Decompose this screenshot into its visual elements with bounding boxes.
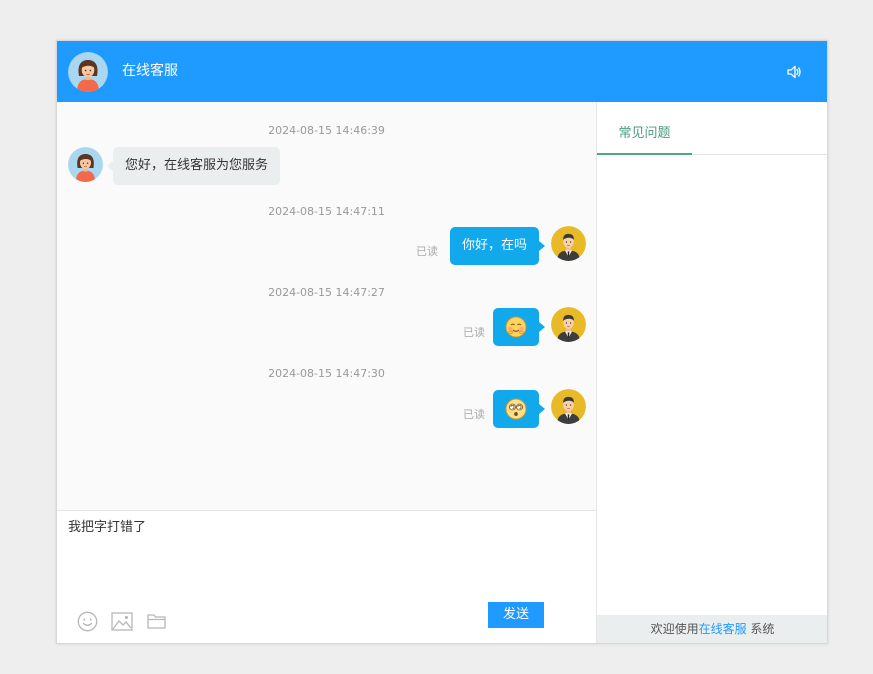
user-avatar (551, 226, 586, 261)
chat-header: 在线客服 (57, 41, 827, 102)
message-list[interactable]: 2024-08-15 14:46:39 您好，在线客服为您服务 2024-08-… (57, 102, 596, 510)
chat-title: 在线客服 (122, 63, 178, 79)
folder-icon[interactable] (147, 613, 166, 633)
agent-message-bubble: 您好，在线客服为您服务 (106, 147, 281, 185)
message-input[interactable]: 我把字打错了 (68, 520, 568, 536)
smiling-emoji-icon (505, 316, 527, 338)
dizzy-emoji-icon (505, 398, 527, 420)
user-emoji-bubble (493, 308, 545, 346)
footer-link[interactable]: 在线客服 (699, 622, 747, 636)
message-time: 2024-08-15 14:47:11 (268, 205, 385, 218)
footer-suffix: 系统 (746, 622, 775, 636)
emoji-icon[interactable] (77, 611, 98, 636)
user-avatar (551, 307, 586, 342)
speaker-icon[interactable] (785, 63, 803, 81)
faq-tabbar: 常见问题 (597, 102, 827, 155)
message-time: 2024-08-15 14:46:39 (268, 124, 385, 137)
send-button[interactable]: 发送 (488, 602, 544, 628)
faq-panel: 常见问题 欢迎使用在线客服 系统 (596, 102, 827, 643)
message-composer: 我把字打错了 发送 (57, 510, 596, 643)
image-icon[interactable] (111, 612, 133, 635)
read-status: 已读 (463, 326, 485, 339)
read-status: 已读 (416, 245, 438, 258)
user-emoji-bubble (493, 390, 545, 428)
message-time: 2024-08-15 14:47:27 (268, 286, 385, 299)
agent-avatar (68, 147, 103, 182)
agent-avatar (68, 52, 108, 92)
message-time: 2024-08-15 14:47:30 (268, 367, 385, 380)
footer-bar: 欢迎使用在线客服 系统 (597, 615, 827, 643)
footer-prefix: 欢迎使用 (650, 622, 699, 636)
read-status: 已读 (463, 408, 485, 421)
user-avatar (551, 389, 586, 424)
user-message-bubble: 你好，在吗 (449, 227, 546, 265)
tab-faq[interactable]: 常见问题 (597, 102, 692, 155)
chat-window: 在线客服 2024-08-15 14:46:39 您好，在线客服为您服务 202… (56, 40, 828, 644)
